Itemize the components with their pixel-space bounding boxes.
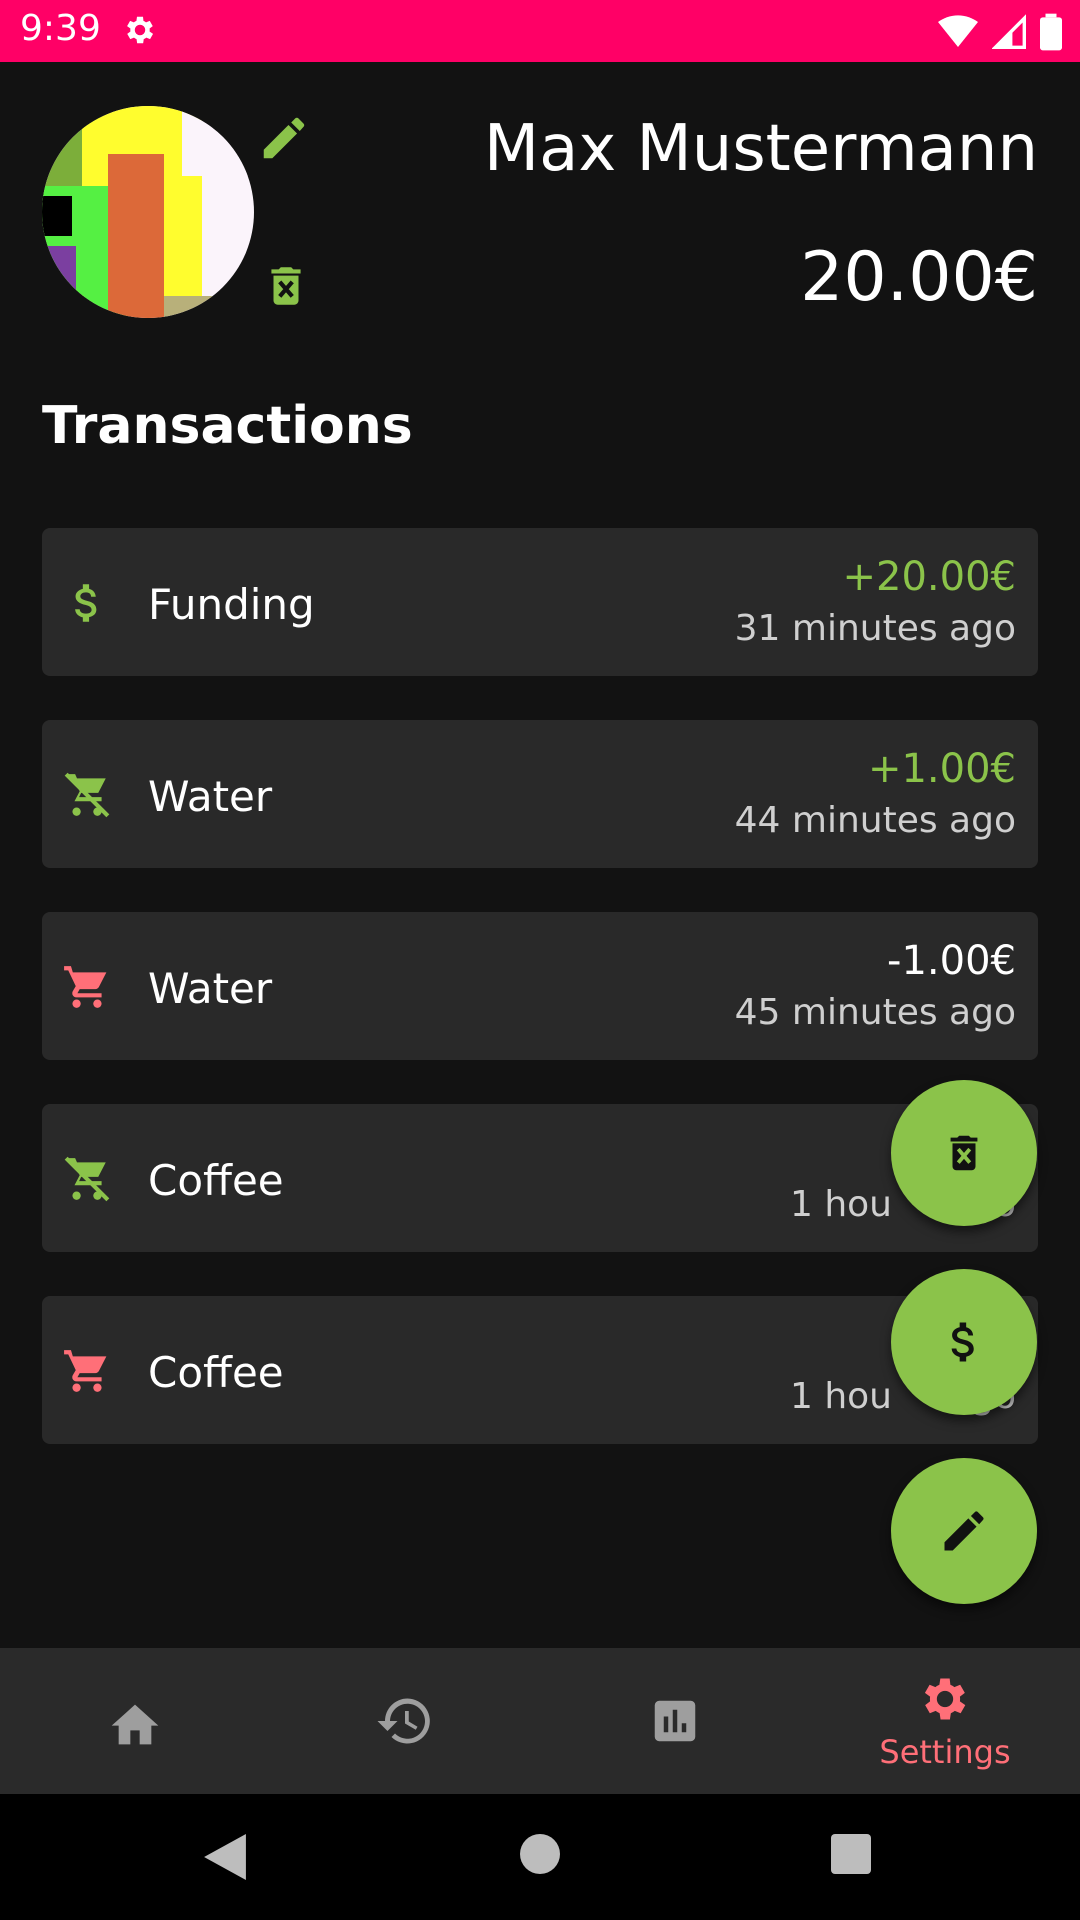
transactions-title: Transactions: [42, 396, 413, 456]
transaction-label: Water: [148, 772, 273, 821]
delete-fab[interactable]: [891, 1080, 1037, 1226]
profile-balance: 20.00€: [800, 238, 1038, 317]
wifi-icon: [938, 15, 978, 48]
list-item[interactable]: Coffee + 1 hou go: [42, 1104, 1038, 1252]
remove-shopping-cart-icon: [64, 772, 110, 818]
edit-icon: [944, 1511, 984, 1551]
nav-item-statistics[interactable]: [540, 1648, 810, 1794]
transaction-time: 44 minutes ago: [734, 800, 1016, 841]
edit-profile-button[interactable]: [256, 110, 312, 166]
transaction-time: 45 minutes ago: [734, 992, 1016, 1033]
bottom-navigation: Settings: [0, 1648, 1080, 1794]
transaction-label: Coffee: [148, 1156, 284, 1205]
transaction-amount: -1.00€: [887, 938, 1016, 984]
home-circle-icon[interactable]: [520, 1834, 560, 1874]
transaction-amount: +20.00€: [842, 554, 1016, 600]
transaction-amount: +1.00€: [867, 746, 1016, 792]
transaction-time: 31 minutes ago: [734, 608, 1016, 649]
list-item[interactable]: Water -1.00€ 45 minutes ago: [42, 912, 1038, 1060]
transaction-label: Funding: [148, 580, 315, 629]
signal-icon: [992, 14, 1026, 49]
list-item[interactable]: Water +1.00€ 44 minutes ago: [42, 720, 1038, 868]
edit-icon: [263, 117, 305, 159]
delete-icon: [950, 1135, 978, 1171]
status-bar: 9:39: [0, 0, 1080, 62]
settings-icon: [924, 1678, 966, 1720]
nav-label-settings: Settings: [879, 1733, 1011, 1771]
settings-icon: [127, 16, 154, 44]
profile-name: Max Mustermann: [483, 112, 1038, 186]
shopping-cart-icon: [64, 1350, 107, 1392]
list-item[interactable]: Funding +20.00€ 31 minutes ago: [42, 528, 1038, 676]
list-item[interactable]: Coffee 1 hou go: [42, 1296, 1038, 1444]
recents-icon[interactable]: [831, 1834, 871, 1874]
remove-shopping-cart-icon: [64, 1156, 110, 1202]
delete-profile-button[interactable]: [260, 258, 312, 314]
system-navigation-bar: [0, 1794, 1080, 1920]
nav-item-history[interactable]: [270, 1648, 540, 1794]
history-icon: [377, 1698, 430, 1744]
back-icon[interactable]: [204, 1834, 246, 1880]
add-funds-fab[interactable]: [891, 1269, 1037, 1415]
avatar[interactable]: [42, 106, 254, 318]
dollar-icon: [951, 1322, 974, 1362]
transaction-time: 1 hou: [789, 1376, 892, 1417]
status-time: 9:39: [20, 8, 101, 49]
shopping-cart-icon: [64, 966, 107, 1008]
dollar-icon: [75, 584, 97, 622]
edit-fab[interactable]: [891, 1458, 1037, 1604]
delete-icon: [271, 267, 301, 305]
transaction-label: Coffee: [148, 1348, 284, 1397]
home-icon: [111, 1704, 159, 1745]
nav-item-home[interactable]: [0, 1648, 270, 1794]
bar-chart-icon: [654, 1700, 696, 1742]
transaction-label: Water: [148, 964, 273, 1013]
battery-icon: [1040, 13, 1062, 51]
nav-item-settings[interactable]: Settings: [810, 1648, 1080, 1794]
transaction-time: 1 hou: [789, 1184, 892, 1225]
